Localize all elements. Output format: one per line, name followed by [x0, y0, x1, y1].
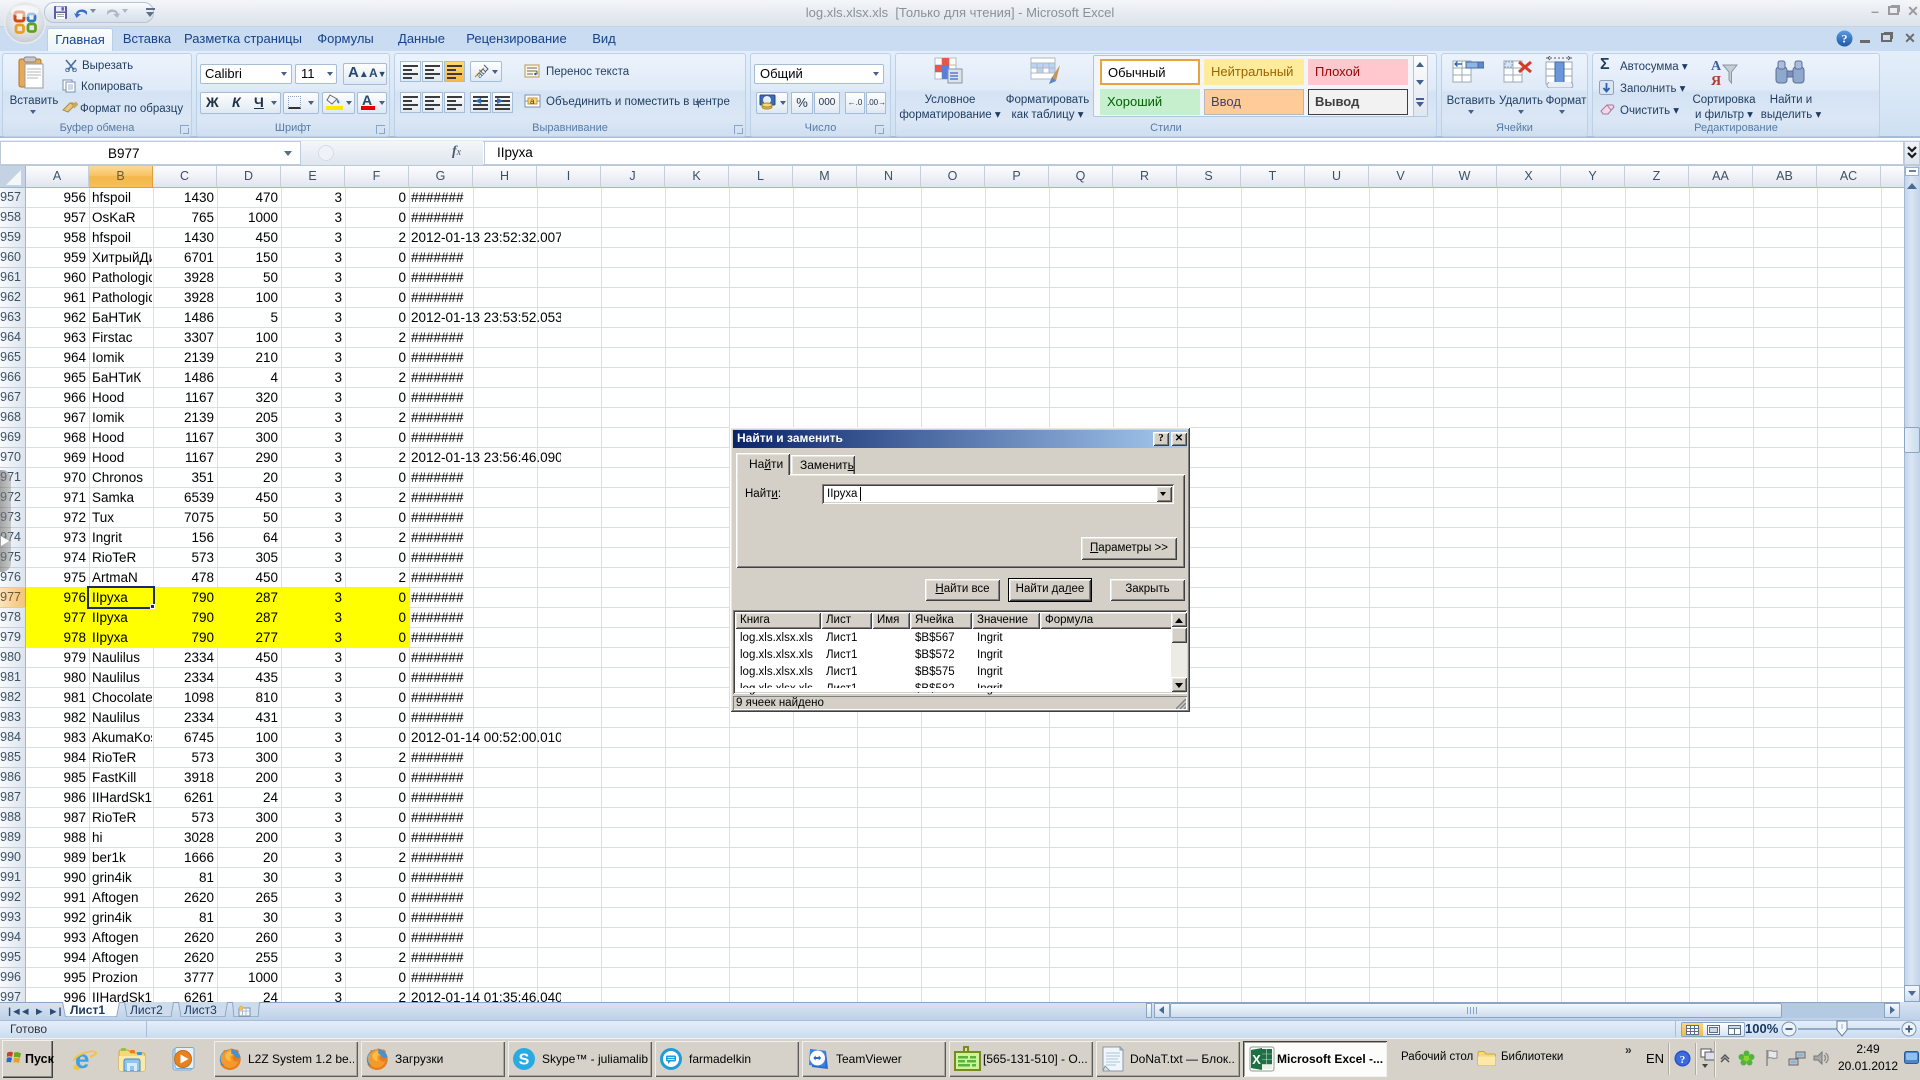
svg-text:Я: Я: [1711, 74, 1721, 89]
svg-text:?: ?: [1842, 32, 1848, 46]
svg-text:X: X: [1252, 1052, 1261, 1067]
svg-text:S: S: [519, 1052, 530, 1069]
svg-text:?: ?: [1680, 1054, 1686, 1066]
svg-text:a: a: [530, 97, 535, 106]
svg-text:ab: ab: [474, 66, 488, 79]
svg-text:А: А: [1711, 59, 1722, 74]
